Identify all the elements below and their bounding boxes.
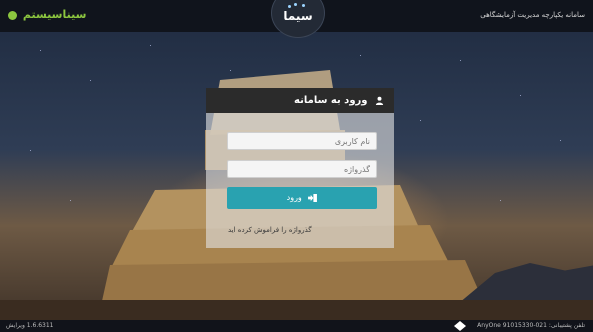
password-input[interactable] [227,160,377,178]
version-label: 1.6.6311 ویرایش [6,322,54,329]
login-screen: سیناسیستم سامانه یکپارچه مدیریت آزمایشگا… [0,0,593,332]
sign-in-icon [308,193,318,202]
support-phone: تلفن پشتیبانی: 021-91015330 AnyOne [477,320,585,332]
logo-dot-icon [302,4,305,7]
logo-text: سیما [283,9,313,23]
user-icon [375,96,384,105]
brand-logo[interactable]: سیناسیستم [8,8,86,21]
footer-bar: 1.6.6311 ویرایش تلفن پشتیبانی: 021-91015… [0,320,593,332]
company-name: AnyOne [477,322,501,329]
ground [0,300,593,320]
brand-mark-icon [8,10,17,20]
logo-dot-icon [294,3,297,6]
forgot-password-link[interactable]: گذرواژه را فراموش کرده اید [228,226,312,234]
logo-dot-icon [288,5,291,8]
support-text: تلفن پشتیبانی: 021-91015330 [502,322,585,329]
login-button-label: ورود [286,193,302,202]
brand-name: سیناسیستم [22,8,87,21]
login-panel: ورود به سامانه ورود گذرواژه را فراموش کر… [206,88,394,248]
login-header-text: ورود به سامانه [294,95,368,106]
company-logo-icon [454,321,466,331]
username-input[interactable] [227,132,377,150]
app-title: سامانه یکپارچه مدیریت آزمایشگاهی [480,11,585,19]
login-button[interactable]: ورود [227,187,377,209]
login-panel-header: ورود به سامانه [206,88,394,113]
